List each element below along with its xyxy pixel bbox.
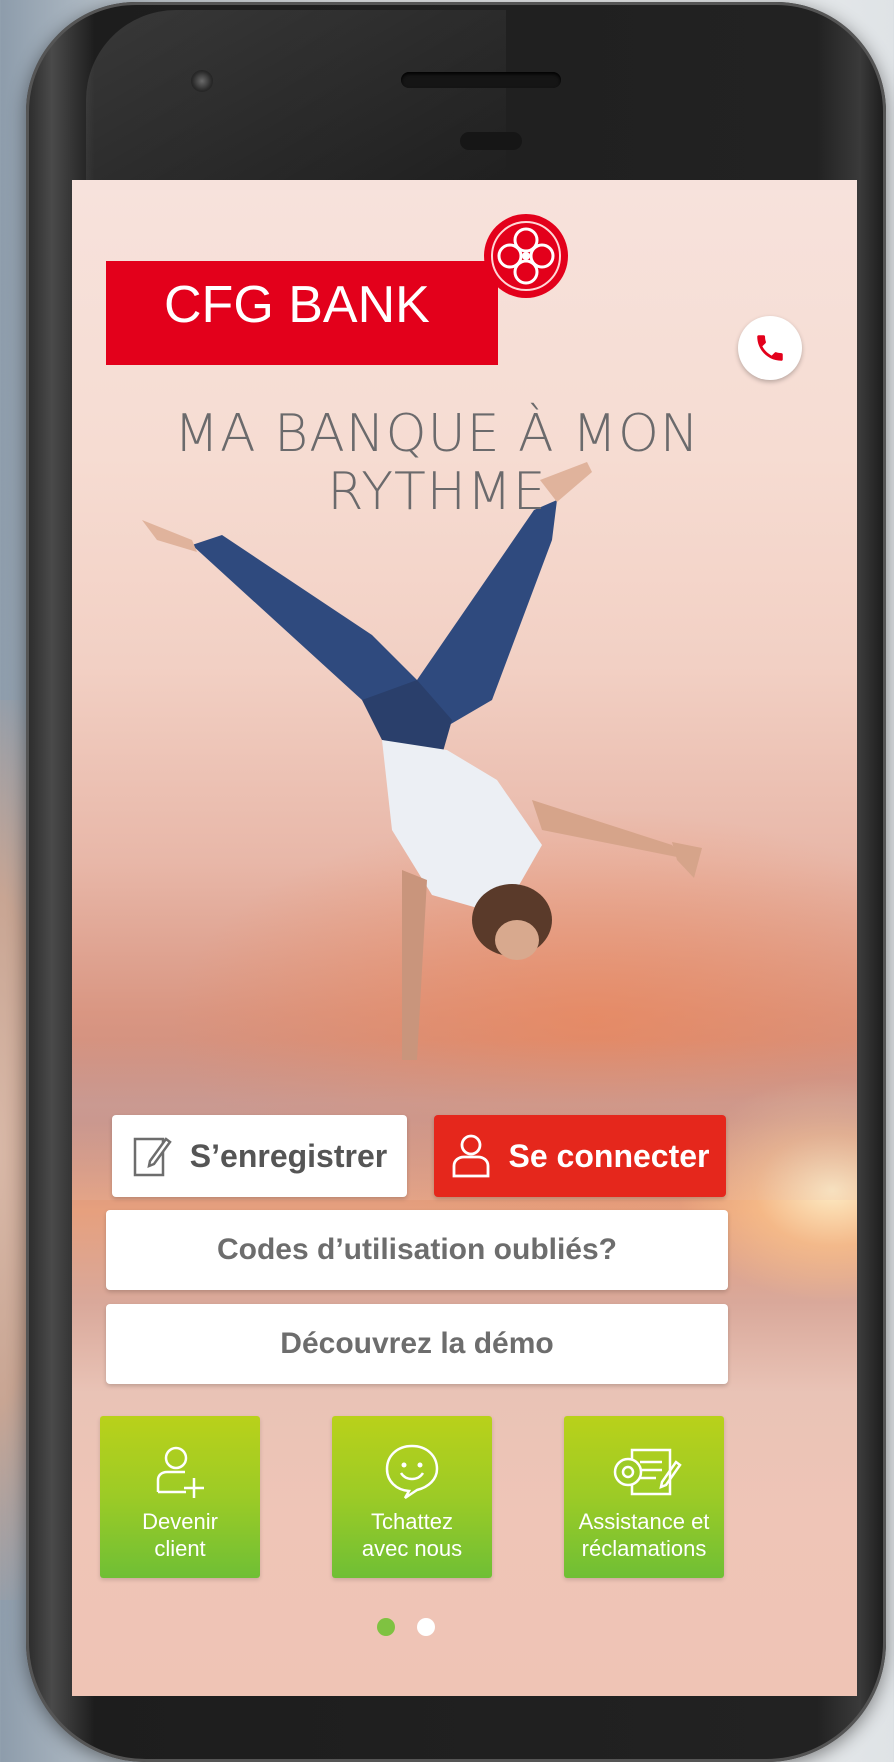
register-button[interactable]: S’enregistrer (112, 1115, 407, 1197)
tile-3-line-1: Assistance et (578, 1509, 710, 1534)
tile-become-client[interactable]: Devenir client (100, 1416, 260, 1578)
tile-3-line-2: réclamations (581, 1536, 707, 1561)
proximity-sensor (460, 132, 522, 150)
register-label: S’enregistrer (189, 1137, 388, 1174)
brand-logo-text: CFG BANK (164, 276, 430, 334)
settings-document-icon (613, 1448, 682, 1496)
hero-tagline: MA BANQUE À MON RYTHME (132, 405, 742, 521)
tile-1-line-1: Devenir (142, 1509, 218, 1534)
chat-smiley-icon (385, 1444, 439, 1500)
tile-1-line-2: client (154, 1536, 206, 1561)
login-label: Se connecter (508, 1137, 710, 1174)
bezel-reflection (86, 10, 506, 180)
earpiece-speaker (401, 72, 561, 88)
demo-label: Découvrez la démo (280, 1327, 554, 1360)
page-dot-2[interactable] (417, 1618, 435, 1636)
forgot-codes-button[interactable]: Codes d’utilisation oubliés? (106, 1210, 728, 1290)
clover-emblem-icon (484, 214, 568, 298)
user-icon (451, 1133, 491, 1179)
login-button[interactable]: Se connecter (434, 1115, 726, 1197)
tile-2-line-2: avec nous (361, 1536, 463, 1561)
call-button[interactable] (738, 316, 802, 380)
edit-icon (132, 1133, 172, 1179)
forgot-codes-label: Codes d’utilisation oubliés? (216, 1233, 618, 1266)
app-screen: CFG BANK MA BANQUE À MON RYTHME S’enregi… (72, 180, 857, 1696)
front-camera (191, 70, 213, 92)
phone-icon (757, 335, 783, 361)
tile-assistance[interactable]: Assistance et réclamations (564, 1416, 724, 1578)
tagline-line-2: RYTHME (327, 462, 547, 522)
tagline-line-1: MA BANQUE À MON (174, 404, 700, 464)
demo-button[interactable]: Découvrez la démo (106, 1304, 728, 1384)
page-indicator (377, 1618, 435, 1636)
page-dot-1[interactable] (377, 1618, 395, 1636)
tile-chat[interactable]: Tchattez avec nous (332, 1416, 492, 1578)
tile-2-line-1: Tchattez (371, 1509, 453, 1534)
add-user-icon (156, 1446, 204, 1498)
